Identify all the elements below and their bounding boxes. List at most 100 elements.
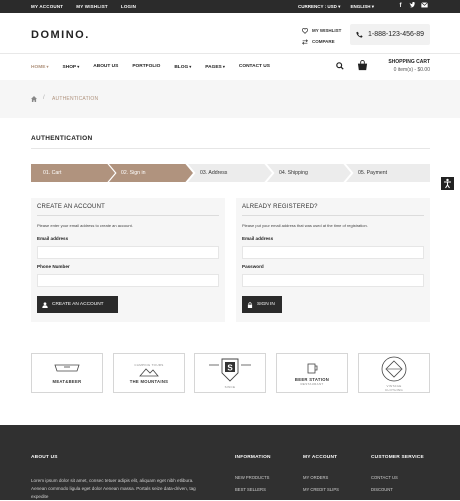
compare-link[interactable]: COMPARE	[302, 36, 341, 47]
panel-divider	[242, 215, 424, 216]
brand-subtitle: CLOTHING	[385, 388, 403, 392]
sign-in-email-input[interactable]	[242, 246, 424, 259]
wishlist-link[interactable]: MY WISHLIST	[302, 25, 341, 36]
brand-name: THE MOUNTAINS	[129, 378, 169, 384]
cart-icon[interactable]	[357, 60, 368, 71]
cart-count: 0 item(s) - $0.00	[393, 67, 430, 73]
my-account-link[interactable]: MY ACCOUNT	[31, 4, 63, 9]
twitter-icon[interactable]	[408, 2, 417, 11]
compare-label: COMPARE	[312, 39, 335, 44]
create-email-label: Email address	[37, 236, 69, 241]
mail-icon[interactable]	[420, 2, 429, 11]
footer-link[interactable]: DISCOUNT	[371, 487, 398, 499]
password-input[interactable]	[242, 274, 424, 287]
nav-home[interactable]: HOME	[31, 64, 49, 70]
footer-link[interactable]: NEW PRODUCTS	[235, 475, 269, 487]
brand-logo[interactable]: MEAT&BEER	[31, 353, 103, 393]
footer-service-links: CONTACT US DISCOUNT	[371, 475, 398, 499]
phone-input[interactable]	[37, 274, 219, 287]
checkout-steps: 01. Cart 02. Sign in 03. Address 04. Shi…	[31, 164, 430, 182]
sign-in-intro: Please put your email address that was u…	[242, 223, 368, 228]
step-cart[interactable]: 01. Cart	[31, 164, 115, 182]
top-bar: MY ACCOUNT MY WISHLIST LOGIN CURRENCY : …	[0, 0, 460, 13]
login-link[interactable]: LOGIN	[121, 4, 136, 9]
footer-about-text: Lorem ipsum dolor sit amet, consec tetue…	[31, 478, 196, 499]
top-links: MY ACCOUNT MY WISHLIST LOGIN	[31, 4, 136, 9]
create-account-button[interactable]: CREATE AN ACCOUNT	[37, 296, 118, 313]
footer-link[interactable]: MY ORDERS	[303, 475, 339, 487]
footer-account-title: MY ACCOUNT	[303, 455, 338, 460]
step-address: 03. Address	[188, 164, 272, 182]
phone-icon	[356, 31, 363, 38]
create-account-panel: CREATE AN ACCOUNT Please enter your emai…	[31, 198, 225, 322]
phone-number: 1-888-123-456-89	[367, 31, 425, 38]
nav-shop[interactable]: SHOP	[63, 64, 80, 70]
step-payment: 05. Payment	[346, 164, 430, 182]
header-links: MY WISHLIST COMPARE	[302, 25, 341, 47]
page-title: AUTHENTICATION	[31, 135, 93, 142]
create-account-button-label: CREATE AN ACCOUNT	[52, 302, 104, 307]
breadcrumb-current: AUTHENTICATION	[52, 96, 99, 102]
footer-about-title: ABOUT US	[31, 455, 58, 460]
heart-icon	[302, 27, 308, 34]
language-select[interactable]: ENGLISH	[350, 4, 374, 10]
nav-divider	[0, 53, 460, 54]
step-shipping: 04. Shipping	[267, 164, 351, 182]
site-logo[interactable]: DOMINO.	[31, 29, 90, 41]
brand-subtitle: RESTAURANT	[300, 381, 324, 386]
footer-service-title: CUSTOMER SERVICE	[371, 455, 424, 460]
accessibility-icon[interactable]	[441, 177, 454, 190]
footer-info-links: NEW PRODUCTS BEST SELLERS	[235, 475, 269, 499]
brand-name: MEAT&BEER	[52, 378, 82, 384]
lock-icon	[247, 301, 253, 308]
footer-info-title: INFORMATION	[235, 455, 271, 460]
home-icon[interactable]	[31, 96, 37, 102]
breadcrumb: / AUTHENTICATION	[0, 80, 460, 118]
breadcrumb-separator: /	[43, 95, 45, 101]
footer-account-links: MY ORDERS MY CREDIT SLIPS	[303, 475, 339, 499]
shield-icon: S	[209, 358, 251, 382]
brand-logo[interactable]: CAMPING TOURS THE MOUNTAINS	[113, 353, 185, 393]
vintage-badge-icon	[381, 356, 407, 382]
facebook-icon[interactable]: f	[396, 2, 405, 11]
user-icon	[42, 301, 48, 308]
sign-in-button[interactable]: SIGN IN	[242, 296, 282, 313]
my-wishlist-link[interactable]: MY WISHLIST	[76, 4, 108, 9]
wishlist-label: MY WISHLIST	[312, 28, 342, 33]
top-selectors: CURRENCY : USD ENGLISH	[298, 4, 374, 10]
sign-in-button-label: SIGN IN	[257, 302, 275, 307]
main-nav: HOME SHOP ABOUT US PORTFOLIO BLOG PAGES …	[31, 64, 270, 70]
create-account-title: CREATE AN ACCOUNT	[37, 204, 105, 210]
create-email-input[interactable]	[37, 246, 219, 259]
nav-portfolio[interactable]: PORTFOLIO	[132, 64, 160, 70]
footer-link[interactable]: BEST SELLERS	[235, 487, 269, 499]
footer-link[interactable]: MY CREDIT SLIPS	[303, 487, 339, 499]
cart-summary[interactable]: SHOPPING CART 0 item(s) - $0.00	[376, 59, 430, 73]
brand-logo[interactable]: VINTAGE CLOTHING	[358, 353, 430, 393]
beer-glass-icon	[54, 364, 80, 371]
search-icon[interactable]	[336, 62, 344, 70]
mountain-icon	[139, 367, 159, 376]
phone-box[interactable]: 1-888-123-456-89	[350, 24, 430, 45]
social-links: f	[396, 2, 429, 11]
panel-divider	[37, 215, 219, 216]
password-label: Password	[242, 264, 264, 269]
nav-blog[interactable]: BLOG	[174, 64, 191, 70]
brand-subtitle: SINCE	[224, 385, 236, 389]
brand-monogram: S	[227, 363, 233, 372]
nav-contact[interactable]: CONTACT US	[239, 64, 270, 70]
sign-in-panel: ALREADY REGISTERED? Please put your emai…	[236, 198, 430, 322]
beer-mug-icon	[307, 363, 318, 373]
step-sign-in[interactable]: 02. Sign in	[109, 164, 193, 182]
create-account-intro: Please enter your email address to creat…	[37, 223, 133, 228]
brand-logo[interactable]: BEER STATION RESTAURANT	[276, 353, 348, 393]
sign-in-title: ALREADY REGISTERED?	[242, 204, 318, 210]
brand-logo[interactable]: S SINCE	[194, 353, 266, 393]
nav-about[interactable]: ABOUT US	[93, 64, 118, 70]
phone-label: Phone Number	[37, 264, 70, 269]
footer-link[interactable]: CONTACT US	[371, 475, 398, 487]
footer: ABOUT US Lorem ipsum dolor sit amet, con…	[0, 425, 460, 500]
currency-select[interactable]: CURRENCY : USD	[298, 4, 340, 10]
compare-icon	[302, 38, 308, 45]
nav-pages[interactable]: PAGES	[205, 64, 225, 70]
